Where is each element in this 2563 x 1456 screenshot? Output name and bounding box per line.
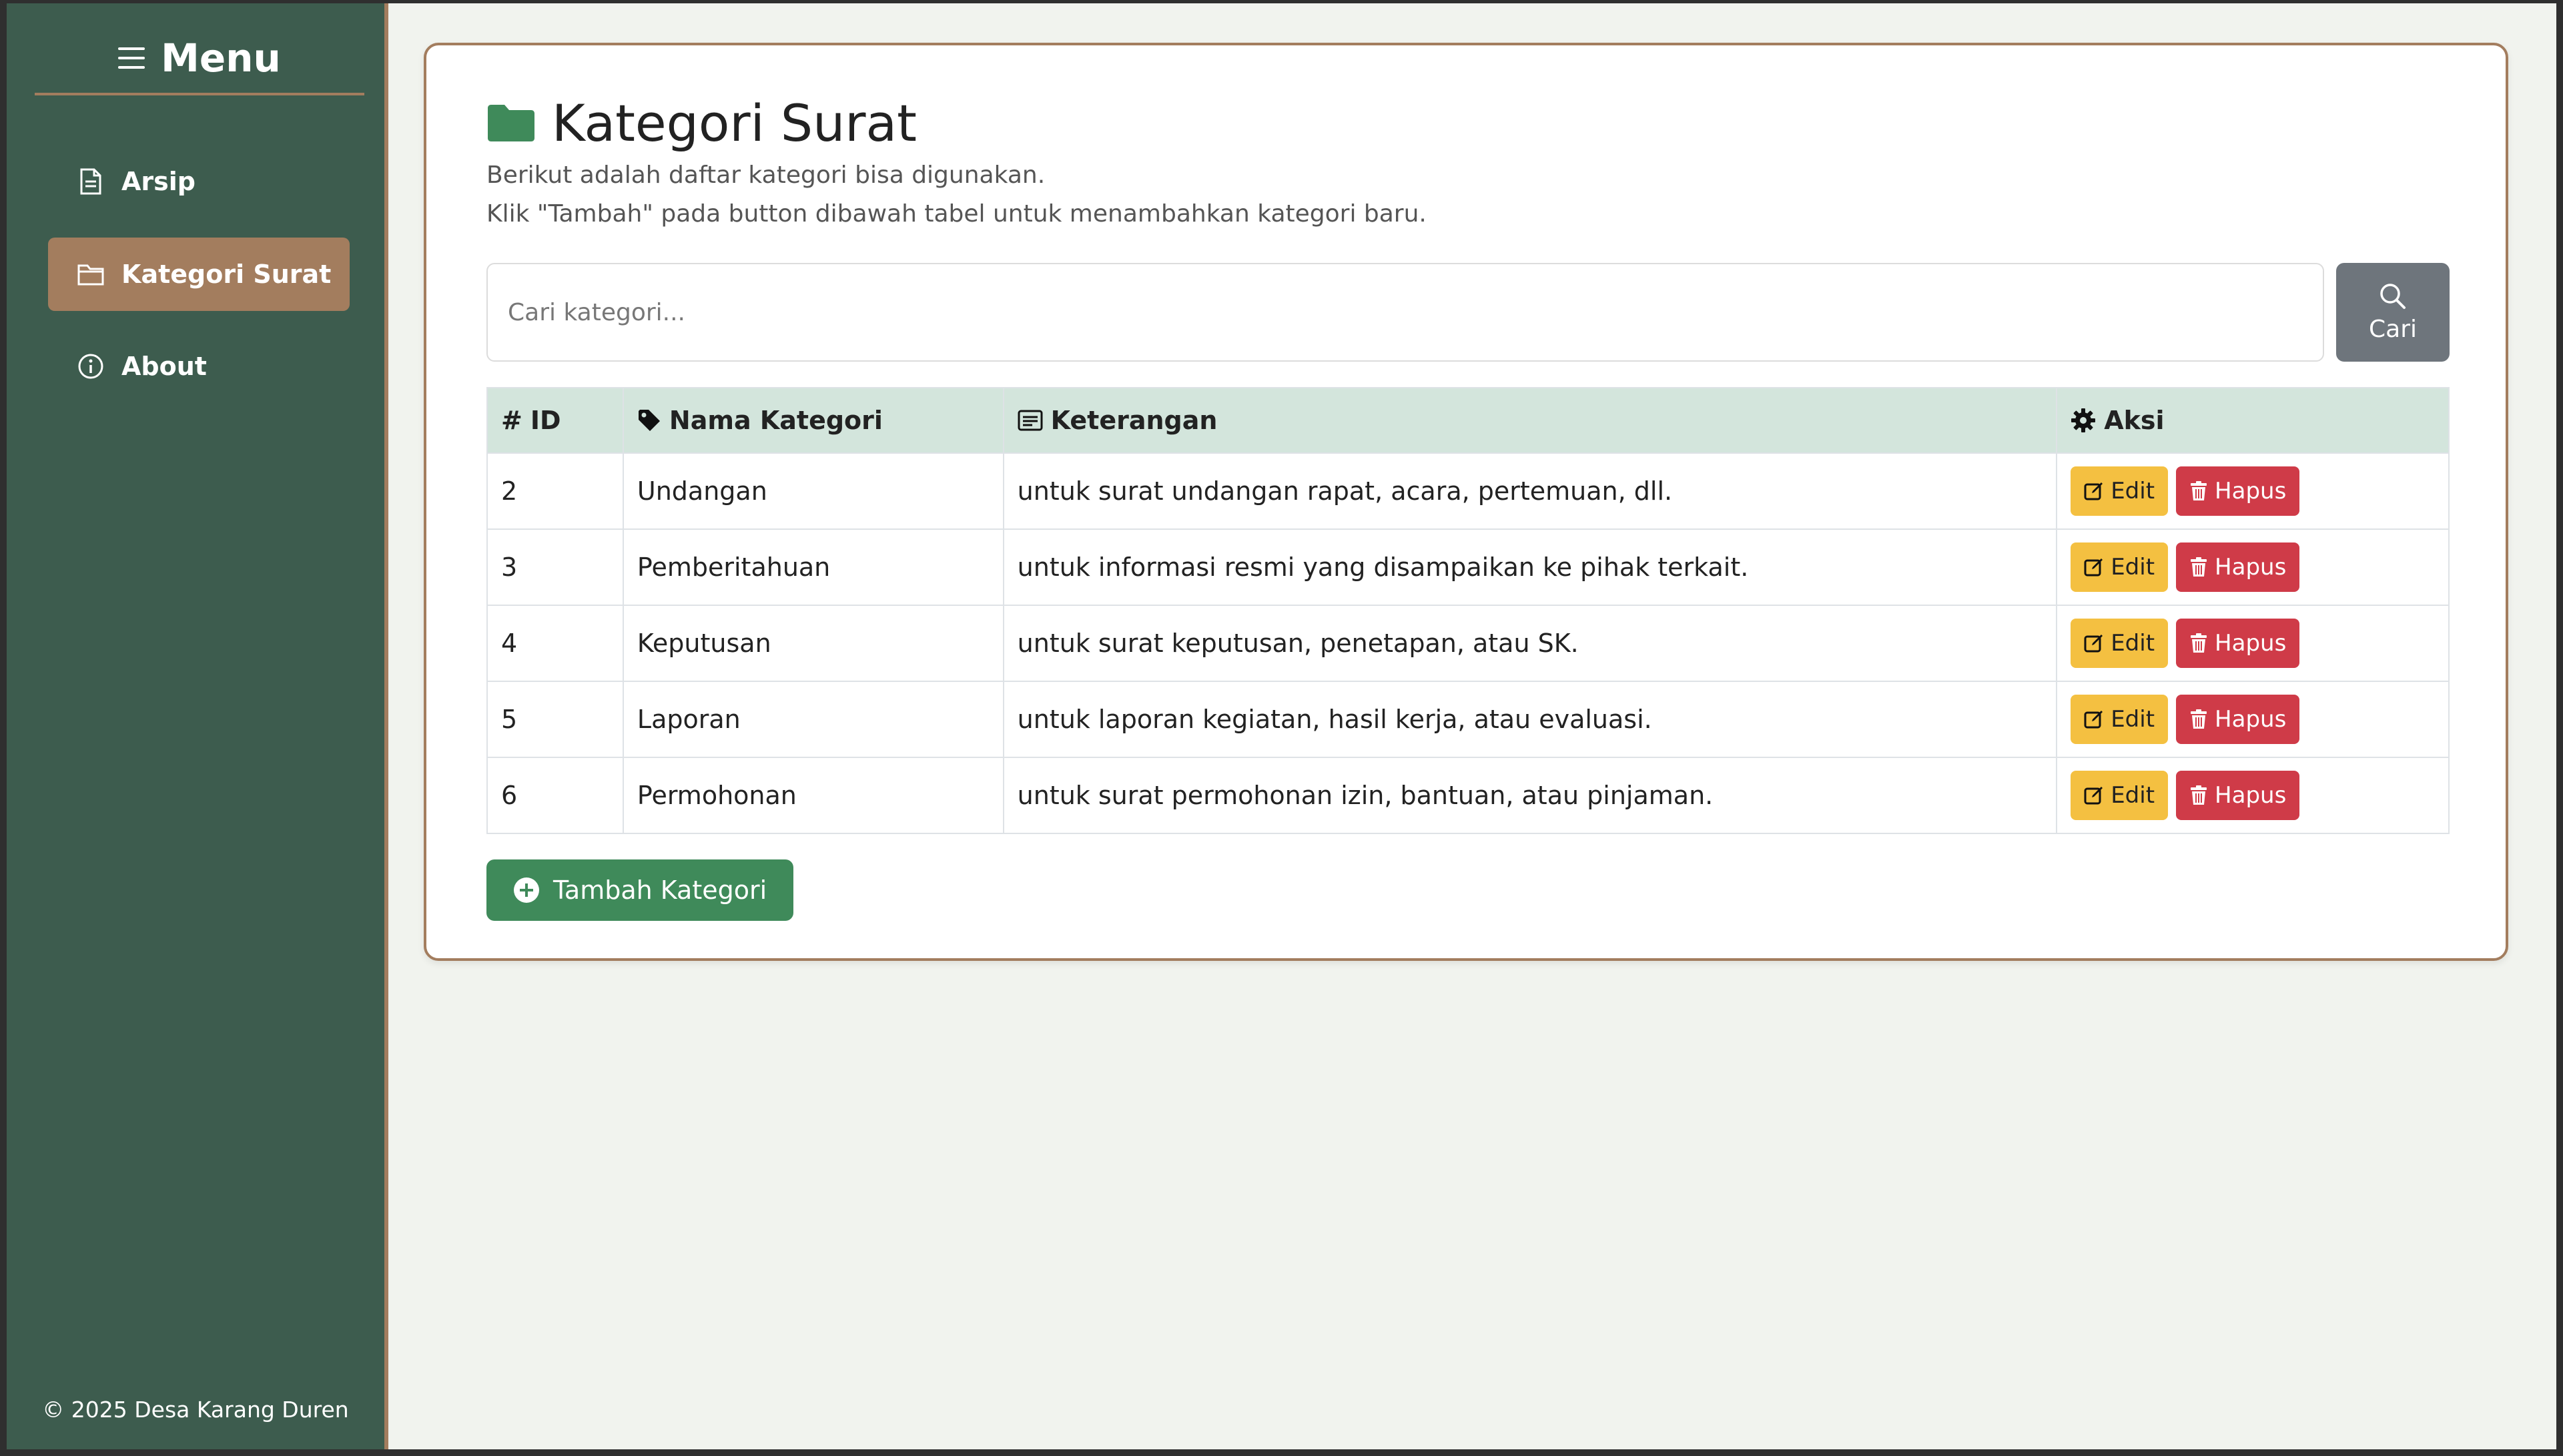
- sidebar-title: Menu: [161, 35, 281, 81]
- trash-icon: [2191, 785, 2207, 805]
- cell-keterangan: untuk surat permohonan izin, bantuan, at…: [1002, 757, 2058, 834]
- delete-button[interactable]: Hapus: [2176, 619, 2300, 668]
- hash-icon: #: [501, 406, 522, 435]
- delete-button[interactable]: Hapus: [2176, 466, 2300, 516]
- table-row: 4 Keputusan untuk surat keputusan, penetap…: [486, 605, 2450, 682]
- table-header-row: # ID Nama Kategori Keterangan Aksi: [486, 387, 2450, 454]
- add-category-button[interactable]: Tambah Kategori: [486, 859, 794, 921]
- app-window: Menu Arsip Kategori Surat About © 2025 D…: [7, 3, 2556, 1449]
- hamburger-icon: [118, 47, 145, 69]
- sidebar-item-label: Kategori Surat: [121, 260, 332, 289]
- edit-button[interactable]: Edit: [2071, 619, 2169, 668]
- search-input[interactable]: [486, 263, 2324, 362]
- sidebar-header: Menu: [35, 23, 364, 95]
- trash-icon: [2191, 633, 2207, 653]
- column-header-keterangan: Keterangan: [1002, 387, 2058, 454]
- cell-keterangan: untuk surat keputusan, penetapan, atau S…: [1002, 605, 2058, 682]
- table-row: 2 Undangan untuk surat undangan rapat, aca…: [486, 452, 2450, 530]
- cell-aksi: Edit Hapus: [2056, 452, 2450, 530]
- cell-aksi: Edit Hapus: [2056, 605, 2450, 682]
- delete-button[interactable]: Hapus: [2176, 771, 2300, 820]
- cell-keterangan: untuk laporan kegiatan, hasil kerja, ata…: [1002, 681, 2058, 758]
- folder-icon: [77, 261, 104, 288]
- sidebar-item-arsip[interactable]: Arsip: [48, 145, 350, 218]
- cell-id: 3: [486, 528, 624, 606]
- edit-icon: [2084, 635, 2103, 653]
- page-instruction: Klik "Tambah" pada button dibawah tabel …: [486, 200, 1427, 228]
- category-table: # ID Nama Kategori Keterangan Aksi 2 Und…: [486, 387, 2450, 834]
- text-card-icon: [1018, 410, 1043, 431]
- sidebar-item-label: About: [121, 352, 207, 381]
- tag-icon: [638, 410, 660, 431]
- column-header-aksi: Aksi: [2056, 387, 2450, 454]
- cell-id: 2: [486, 452, 624, 530]
- cell-nama: Laporan: [622, 681, 1004, 758]
- sidebar-item-kategori-surat[interactable]: Kategori Surat: [48, 238, 350, 311]
- page-title-text: Kategori Surat: [552, 93, 917, 153]
- edit-button[interactable]: Edit: [2071, 695, 2169, 744]
- cell-id: 5: [486, 681, 624, 758]
- folder-icon: [488, 104, 534, 141]
- content-card: Kategori Surat Berikut adalah daftar kat…: [424, 43, 2508, 961]
- sidebar-footer: © 2025 Desa Karang Duren: [42, 1397, 349, 1423]
- table-row: 5 Laporan untuk laporan kegiatan, hasil ke…: [486, 681, 2450, 758]
- main-content: Kategori Surat Berikut adalah daftar kat…: [388, 3, 2556, 1449]
- edit-icon: [2084, 559, 2103, 577]
- gear-icon: [2071, 408, 2096, 432]
- cell-nama: Undangan: [622, 452, 1004, 530]
- page-description: Berikut adalah daftar kategori bisa digu…: [486, 161, 1046, 189]
- edit-button[interactable]: Edit: [2071, 466, 2169, 516]
- cell-nama: Pemberitahuan: [622, 528, 1004, 606]
- trash-icon: [2191, 557, 2207, 577]
- edit-button[interactable]: Edit: [2071, 771, 2169, 820]
- cell-nama: Keputusan: [622, 605, 1004, 682]
- table-row: 3 Pemberitahuan untuk informasi resmi yang…: [486, 528, 2450, 606]
- search-button[interactable]: Cari: [2336, 263, 2450, 362]
- trash-icon: [2191, 709, 2207, 729]
- cell-aksi: Edit Hapus: [2056, 757, 2450, 834]
- sidebar-item-label: Arsip: [121, 167, 196, 196]
- delete-button[interactable]: Hapus: [2176, 695, 2300, 744]
- plus-circle-icon: [514, 877, 539, 903]
- column-header-id: # ID: [486, 387, 624, 454]
- cell-id: 6: [486, 757, 624, 834]
- cell-aksi: Edit Hapus: [2056, 528, 2450, 606]
- edit-icon: [2084, 482, 2103, 500]
- table-row: 6 Permohonan untuk surat permohonan izin, …: [486, 757, 2450, 834]
- search-button-label: Cari: [2369, 315, 2417, 343]
- edit-icon: [2084, 787, 2103, 805]
- column-header-nama: Nama Kategori: [622, 387, 1004, 454]
- sidebar-item-about[interactable]: About: [48, 330, 350, 403]
- delete-button[interactable]: Hapus: [2176, 542, 2300, 592]
- cell-keterangan: untuk informasi resmi yang disampaikan k…: [1002, 528, 2058, 606]
- sidebar: Menu Arsip Kategori Surat About © 2025 D…: [7, 3, 388, 1449]
- edit-icon: [2084, 711, 2103, 729]
- trash-icon: [2191, 481, 2207, 500]
- info-icon: [77, 353, 104, 380]
- cell-id: 4: [486, 605, 624, 682]
- file-text-icon: [77, 168, 104, 195]
- cell-keterangan: untuk surat undangan rapat, acara, perte…: [1002, 452, 2058, 530]
- edit-button[interactable]: Edit: [2071, 542, 2169, 592]
- search-icon: [2380, 283, 2406, 309]
- cell-aksi: Edit Hapus: [2056, 681, 2450, 758]
- cell-nama: Permohonan: [622, 757, 1004, 834]
- page-title: Kategori Surat: [485, 93, 917, 153]
- add-category-label: Tambah Kategori: [553, 875, 767, 905]
